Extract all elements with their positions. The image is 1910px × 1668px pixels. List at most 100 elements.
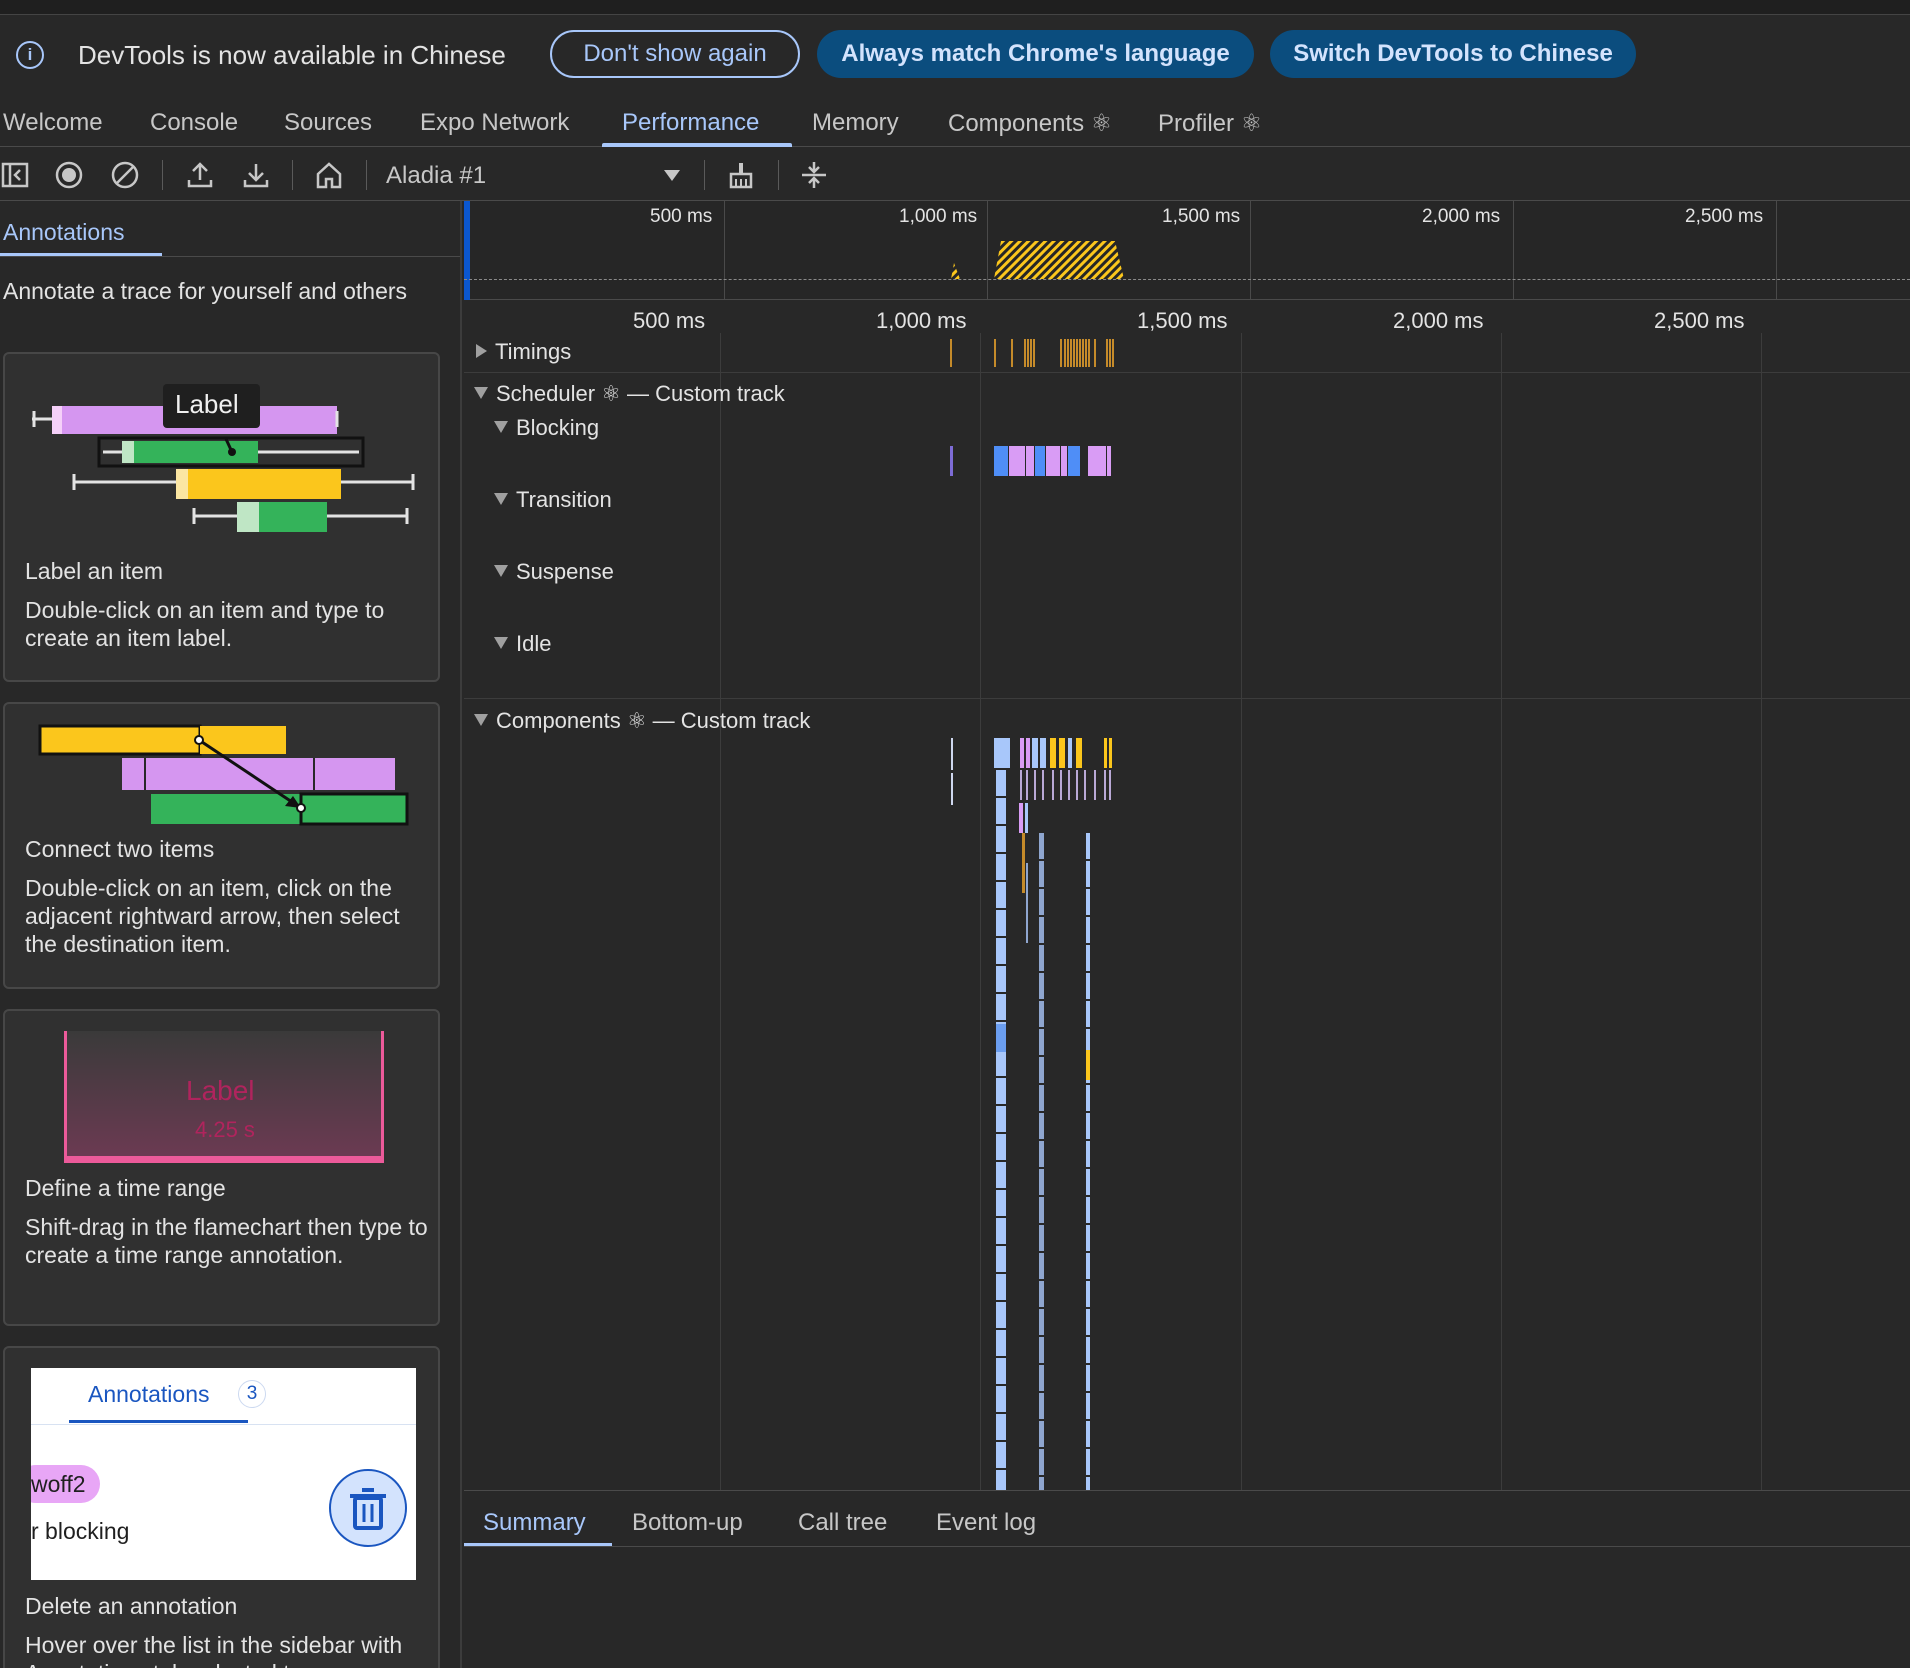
component-event[interactable] [996,994,1006,1020]
component-event[interactable] [1039,1197,1044,1223]
component-event[interactable] [1026,738,1030,768]
component-event[interactable] [1039,1477,1044,1490]
timeline-overview[interactable]: 500 ms 1,000 ms 1,500 ms 2,000 ms 2,500 … [464,201,1910,300]
timing-marker[interactable] [1088,339,1090,367]
timing-marker[interactable] [1109,339,1111,367]
blocking-event[interactable] [1068,446,1080,476]
component-event[interactable] [1086,973,1090,999]
component-event[interactable] [1109,770,1111,800]
component-event[interactable] [1039,1281,1044,1307]
timing-marker[interactable] [950,339,952,367]
component-event[interactable] [1039,1365,1044,1391]
component-event[interactable] [1084,770,1086,800]
component-event[interactable] [996,854,1006,880]
collapse-tracks-icon[interactable] [799,160,829,190]
always-match-language-button[interactable]: Always match Chrome's language [817,30,1254,78]
component-event[interactable] [996,966,1006,992]
component-event[interactable] [1039,917,1044,943]
blocking-event[interactable] [1088,446,1106,476]
component-event[interactable] [996,1358,1006,1384]
component-event[interactable] [1086,1337,1090,1363]
tab-profiler[interactable]: Profiler ⚛ [1158,109,1262,138]
component-event[interactable] [1034,770,1036,800]
component-event[interactable] [1086,889,1090,915]
timing-marker[interactable] [1082,339,1084,367]
home-icon[interactable] [314,160,344,190]
component-event[interactable] [1026,863,1028,943]
component-event[interactable] [996,1246,1006,1272]
timing-marker[interactable] [994,339,996,367]
component-event[interactable] [1026,770,1028,800]
component-event[interactable] [1076,770,1078,800]
component-event[interactable] [1039,1085,1044,1111]
component-event[interactable] [1022,833,1025,893]
component-event[interactable] [996,798,1006,824]
component-event[interactable] [1020,770,1022,800]
tab-bottom-up[interactable]: Bottom-up [632,1509,743,1537]
component-event[interactable] [1086,1421,1090,1447]
garbage-collect-icon[interactable] [726,160,756,190]
timing-marker[interactable] [1112,339,1114,367]
component-event[interactable] [1042,770,1044,800]
component-event[interactable] [994,738,1010,768]
component-event[interactable] [1039,1253,1044,1279]
component-event[interactable] [1109,738,1112,768]
component-event[interactable] [1020,738,1024,768]
component-event[interactable] [1039,1309,1044,1335]
component-event[interactable] [1039,973,1044,999]
timing-marker[interactable] [1076,339,1078,367]
timing-marker[interactable] [1064,339,1066,367]
component-event[interactable] [1104,738,1107,768]
component-event[interactable] [951,738,953,770]
download-icon[interactable] [241,160,271,190]
tab-summary[interactable]: Summary [483,1509,586,1537]
flame-chart[interactable]: Timings Scheduler ⚛ — Custom track Block… [464,333,1910,1490]
component-event[interactable] [1086,1001,1090,1027]
component-event[interactable] [1025,803,1028,833]
component-event[interactable] [996,770,1006,796]
component-event[interactable] [1086,1113,1090,1139]
component-event[interactable] [996,1078,1006,1104]
tab-sources[interactable]: Sources [284,109,372,137]
record-icon[interactable] [54,160,84,190]
dont-show-again-button[interactable]: Don't show again [550,30,800,78]
component-event[interactable] [996,1442,1006,1468]
timing-marker[interactable] [1030,339,1032,367]
clear-icon[interactable] [110,160,140,190]
component-event[interactable] [1104,770,1106,800]
component-event[interactable] [1039,1393,1044,1419]
component-event[interactable] [1039,1337,1044,1363]
component-event[interactable] [1086,833,1090,859]
component-event[interactable] [1094,770,1096,800]
component-event[interactable] [996,882,1006,908]
component-event[interactable] [996,1302,1006,1328]
component-event[interactable] [996,910,1006,936]
timing-marker[interactable] [1073,339,1075,367]
blocking-event[interactable] [1009,446,1025,476]
component-event[interactable] [996,1414,1006,1440]
timing-marker[interactable] [1085,339,1087,367]
component-event[interactable] [1059,738,1065,768]
component-event[interactable] [1032,738,1038,768]
blocking-event[interactable] [1046,446,1060,476]
tab-console[interactable]: Console [150,109,238,137]
tab-call-tree[interactable]: Call tree [798,1509,887,1537]
component-event[interactable] [1068,738,1072,768]
component-event[interactable] [996,1190,1006,1216]
component-event[interactable] [951,773,953,805]
tab-expo-network[interactable]: Expo Network [420,109,569,137]
component-event[interactable] [996,1386,1006,1412]
component-event[interactable] [996,1162,1006,1188]
component-event[interactable] [1086,1253,1090,1279]
component-event[interactable] [1086,1365,1090,1391]
component-event[interactable] [996,1106,1006,1132]
upload-icon[interactable] [185,160,215,190]
annotations-tab[interactable]: Annotations [3,219,124,246]
target-select[interactable]: Aladia #1 [386,162,486,190]
timing-marker[interactable] [1027,339,1029,367]
component-event[interactable] [996,1218,1006,1244]
timing-marker[interactable] [1067,339,1069,367]
timing-marker[interactable] [1106,339,1108,367]
timing-marker[interactable] [1060,339,1062,367]
component-event[interactable] [1086,1309,1090,1335]
